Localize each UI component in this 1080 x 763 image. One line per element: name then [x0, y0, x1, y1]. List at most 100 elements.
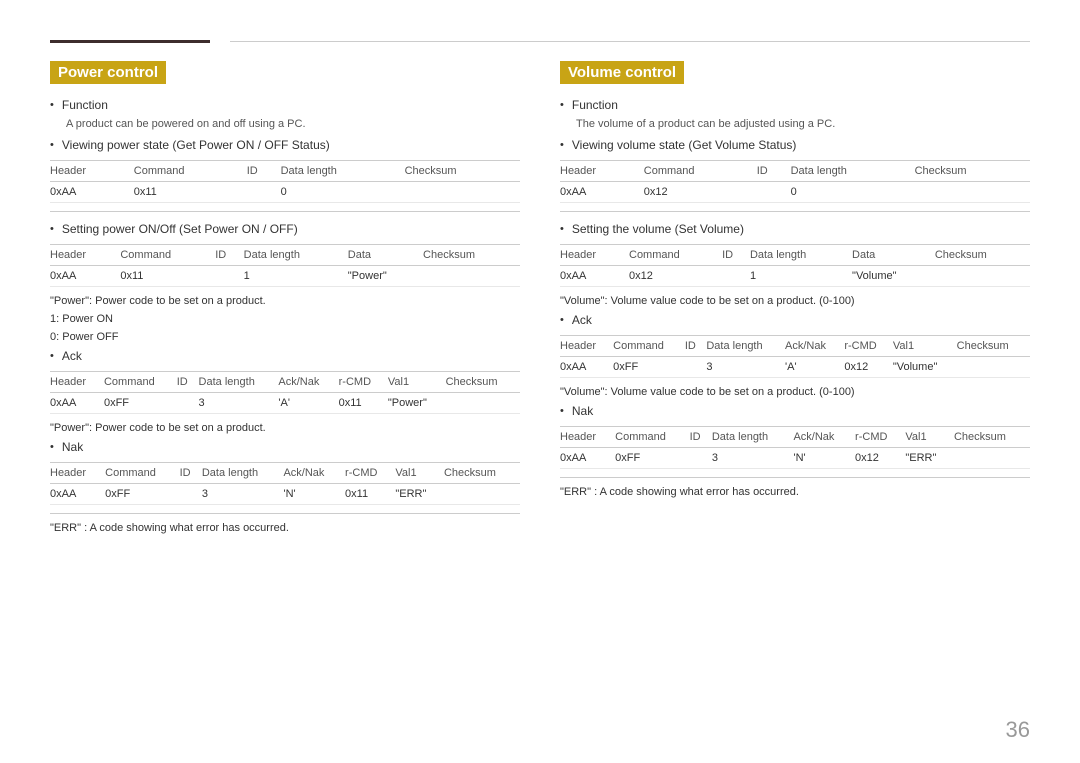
td-rcmd: 0x11: [339, 393, 388, 414]
td-val1: "ERR": [905, 448, 954, 469]
th-acknak: Ack/Nak: [278, 372, 338, 393]
volume-table3-wrap: Header Command ID Data length Ack/Nak r-…: [560, 335, 1030, 378]
th-checksum: Checksum: [915, 161, 1030, 182]
td-header: 0xAA: [560, 182, 644, 203]
td-command: 0xFF: [615, 448, 689, 469]
th-id: ID: [690, 427, 712, 448]
td-data-length: 3: [706, 357, 785, 378]
vol-ack-label: Ack: [572, 311, 592, 329]
td-data-length: 1: [750, 266, 852, 287]
td-header: 0xAA: [560, 266, 629, 287]
td-checksum: [423, 266, 520, 287]
td-acknak: 'A': [785, 357, 844, 378]
power-on-note: 1: Power ON: [50, 313, 520, 325]
bullet-dot5: •: [50, 438, 54, 456]
th-header: Header: [50, 463, 105, 484]
td-val1: "ERR": [395, 484, 444, 505]
th-checksum: Checksum: [957, 336, 1030, 357]
td-command: 0xFF: [105, 484, 179, 505]
power-table2-wrap: Header Command ID Data length Data Check…: [50, 244, 520, 287]
td-id: [690, 448, 712, 469]
power-table3-wrap: Header Command ID Data length Ack/Nak r-…: [50, 371, 520, 414]
th-data-length: Data length: [791, 161, 915, 182]
note2: "Power": Power code to be set on a produ…: [50, 422, 520, 434]
volume-table2: Header Command ID Data length Data Check…: [560, 245, 1030, 287]
td-id: [722, 266, 750, 287]
th-val1: Val1: [893, 336, 957, 357]
td-checksum: [446, 393, 520, 414]
th-checksum: Checksum: [444, 463, 520, 484]
vol-note2: "Volume": Volume value code to be set on…: [560, 386, 1030, 398]
bullet-dot3: •: [50, 220, 54, 238]
td-id: [247, 182, 281, 203]
td-data-length: 3: [199, 393, 279, 414]
table-row: 0xAA 0xFF 3 'A' 0x11 "Power": [50, 393, 520, 414]
th-data-length: Data length: [712, 427, 794, 448]
top-line-decoration: [50, 40, 1030, 43]
td-id: [180, 484, 202, 505]
td-acknak: 'N': [283, 484, 345, 505]
td-val1: "Volume": [893, 357, 957, 378]
th-command: Command: [629, 245, 722, 266]
td-val1: "Power": [388, 393, 446, 414]
td-rcmd: 0x11: [345, 484, 395, 505]
viewing-label: Viewing power state (Get Power ON / OFF …: [62, 136, 330, 154]
th-command: Command: [120, 245, 215, 266]
power-table3: Header Command ID Data length Ack/Nak r-…: [50, 372, 520, 414]
th-data-length: Data length: [202, 463, 284, 484]
td-id: [757, 182, 791, 203]
td-data-length: 3: [712, 448, 794, 469]
volume-table4-wrap: Header Command ID Data length Ack/Nak r-…: [560, 426, 1030, 469]
th-command: Command: [104, 372, 177, 393]
power-control-section: Power control • Function A product can b…: [50, 61, 520, 538]
td-command: 0xFF: [104, 393, 177, 414]
th-header: Header: [50, 161, 134, 182]
th-checksum: Checksum: [935, 245, 1030, 266]
volume-control-section: Volume control • Function The volume of …: [560, 61, 1030, 538]
content-columns: Power control • Function A product can b…: [50, 61, 1030, 538]
th-header: Header: [560, 161, 644, 182]
td-data-length: 3: [202, 484, 284, 505]
th-checksum: Checksum: [954, 427, 1030, 448]
err-note: "ERR" : A code showing what error has oc…: [50, 522, 520, 534]
table-row: 0xAA 0x11 1 "Power": [50, 266, 520, 287]
td-command: 0x12: [629, 266, 722, 287]
setting-label: Setting power ON/Off (Set Power ON / OFF…: [62, 220, 298, 238]
vol-nak-bullet: • Nak: [560, 402, 1030, 420]
vol-function-label: Function: [572, 96, 618, 114]
th-id: ID: [685, 336, 706, 357]
td-acknak: 'N': [793, 448, 855, 469]
th-header: Header: [560, 427, 615, 448]
th-header: Header: [560, 336, 613, 357]
th-checksum: Checksum: [423, 245, 520, 266]
power-table1-wrap: Header Command ID Data length Checksum 0…: [50, 160, 520, 203]
power-table4-wrap: Header Command ID Data length Ack/Nak r-…: [50, 462, 520, 505]
th-id: ID: [247, 161, 281, 182]
note1: "Power": Power code to be set on a produ…: [50, 295, 520, 307]
td-data-length: 1: [244, 266, 348, 287]
td-rcmd: 0x12: [855, 448, 905, 469]
th-id: ID: [722, 245, 750, 266]
th-id: ID: [180, 463, 202, 484]
table-row: 0xAA 0xFF 3 'N' 0x11 "ERR": [50, 484, 520, 505]
th-data: Data: [852, 245, 935, 266]
th-command: Command: [134, 161, 247, 182]
th-checksum: Checksum: [405, 161, 520, 182]
td-data: "Volume": [852, 266, 935, 287]
vol-divider2: [560, 477, 1030, 478]
bullet-dot: •: [50, 96, 54, 114]
th-acknak: Ack/Nak: [785, 336, 844, 357]
th-id: ID: [757, 161, 791, 182]
ack-label: Ack: [62, 347, 82, 365]
vol-viewing-label: Viewing volume state (Get Volume Status): [572, 136, 797, 154]
bullet-dot4: •: [560, 311, 564, 329]
th-id: ID: [177, 372, 199, 393]
td-checksum: [444, 484, 520, 505]
th-acknak: Ack/Nak: [793, 427, 855, 448]
td-checksum: [935, 266, 1030, 287]
td-header: 0xAA: [50, 393, 104, 414]
th-rcmd: r-CMD: [339, 372, 388, 393]
bullet-dot5: •: [560, 402, 564, 420]
vol-setting-label: Setting the volume (Set Volume): [572, 220, 744, 238]
power-control-title: Power control: [50, 61, 166, 84]
